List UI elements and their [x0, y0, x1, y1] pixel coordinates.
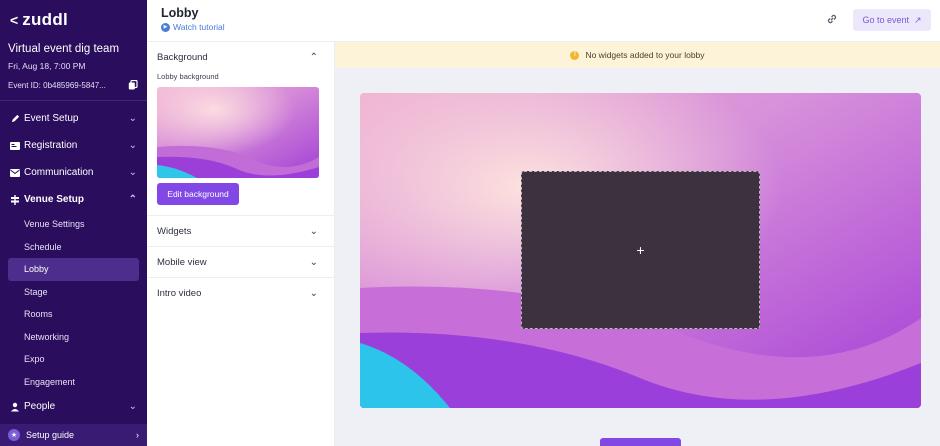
sidebar-subitem-expo[interactable]: Expo	[0, 348, 147, 371]
mobile-view-section-title: Mobile view	[157, 256, 207, 268]
intro-video-section-header[interactable]: Intro video ⌄	[147, 278, 334, 308]
chevron-up-icon: ⌃	[309, 51, 318, 63]
sidebar-item-venue-setup[interactable]: Venue Setup ⌃	[0, 186, 147, 213]
chevron-down-icon: ⌄	[309, 287, 318, 299]
chevron-right-icon: ›	[136, 430, 139, 440]
background-section-header[interactable]: Background ⌃	[147, 42, 334, 72]
sidebar-subitem-engagement[interactable]: Engagement	[0, 371, 147, 394]
lobby-background-label: Lobby background	[157, 72, 219, 81]
sidebar-subitem-schedule[interactable]: Schedule	[0, 236, 147, 259]
lobby-canvas[interactable]: +	[360, 93, 921, 408]
background-thumbnail[interactable]	[157, 87, 319, 178]
header: Lobby ▶ Watch tutorial Go to event ↗	[147, 0, 940, 42]
event-name: Virtual event dig team	[8, 43, 120, 55]
sidebar-subitem-lobby[interactable]: Lobby	[8, 258, 139, 281]
setup-guide-button[interactable]: ★ Setup guide ›	[0, 424, 147, 446]
sidebar-item-label: People	[24, 401, 56, 412]
copy-icon[interactable]	[128, 80, 138, 90]
sidebar-item-label: Communication	[24, 167, 94, 178]
event-id-row: Event ID: 0b485969-5847...	[8, 80, 138, 90]
sidebar-item-label: Registration	[24, 140, 78, 151]
warning-icon: !	[570, 50, 580, 60]
lobby-preview-area: ! No widgets added to your lobby +	[335, 42, 940, 446]
widgets-section-header[interactable]: Widgets ⌄	[147, 216, 334, 246]
go-to-event-button[interactable]: Go to event ↗	[853, 9, 931, 31]
sidebar-subitem-rooms[interactable]: Rooms	[0, 303, 147, 326]
chevron-down-icon: ⌄	[128, 167, 137, 178]
background-section-title: Background	[157, 51, 208, 63]
plus-icon: +	[636, 242, 645, 258]
bottom-action-button[interactable]	[600, 438, 681, 446]
chevron-up-icon: ⌃	[128, 194, 137, 205]
config-panel: Background ⌃ Lobby background Edit backg…	[147, 42, 335, 446]
logo[interactable]: < zuddl	[10, 10, 68, 30]
watch-tutorial-link[interactable]: ▶ Watch tutorial	[161, 22, 225, 32]
mobile-view-section-header[interactable]: Mobile view ⌄	[147, 247, 334, 277]
sidebar-subitem-venue-settings[interactable]: Venue Settings	[0, 213, 147, 236]
sidebar-item-label: Venue Setup	[24, 194, 85, 205]
mail-icon	[8, 167, 22, 179]
sidebar-item-people[interactable]: People ⌄	[0, 393, 147, 420]
chevron-down-icon: ⌄	[128, 113, 137, 124]
pen-icon	[8, 113, 22, 125]
sidebar-divider	[0, 100, 147, 101]
star-icon: ★	[8, 429, 20, 441]
widgets-section-title: Widgets	[157, 225, 192, 237]
intro-video-section-title: Intro video	[157, 287, 202, 299]
watch-tutorial-label: Watch tutorial	[173, 22, 225, 32]
sidebar-subitem-networking[interactable]: Networking	[0, 326, 147, 349]
sidebar-nav: Event Setup ⌄ Registration ⌄ Communicati…	[0, 105, 147, 420]
event-date: Fri, Aug 18, 7:00 PM	[8, 61, 86, 71]
sidebar: < zuddl Virtual event dig team Fri, Aug …	[0, 0, 147, 446]
widgets-section: Widgets ⌄	[147, 216, 334, 247]
sidebar-subitem-stage[interactable]: Stage	[0, 281, 147, 304]
sidebar-item-label: Event Setup	[24, 113, 79, 124]
page-title: Lobby	[161, 6, 199, 20]
sidebar-item-communication[interactable]: Communication ⌄	[0, 159, 147, 186]
event-id: Event ID: 0b485969-5847...	[8, 80, 106, 90]
link-icon[interactable]	[825, 12, 839, 26]
chevron-down-icon: ⌄	[309, 256, 318, 268]
arrow-up-right-icon: ↗	[913, 14, 922, 25]
signpost-icon	[8, 194, 22, 206]
widget-drop-zone[interactable]: +	[521, 171, 760, 329]
background-section: Background ⌃ Lobby background Edit backg…	[147, 42, 334, 216]
people-icon	[8, 401, 22, 413]
edit-background-button[interactable]: Edit background	[157, 183, 239, 205]
banner-text: No widgets added to your lobby	[585, 50, 705, 60]
setup-guide-label: Setup guide	[26, 430, 75, 440]
sidebar-item-registration[interactable]: Registration ⌄	[0, 132, 147, 159]
chevron-down-icon: ⌄	[128, 401, 137, 412]
chevron-down-icon: ⌄	[128, 140, 137, 151]
go-to-event-label: Go to event	[862, 15, 909, 25]
no-widgets-banner: ! No widgets added to your lobby	[335, 42, 940, 68]
back-chevron-icon[interactable]: <	[10, 12, 18, 28]
sidebar-item-event-setup[interactable]: Event Setup ⌄	[0, 105, 147, 132]
id-card-icon	[8, 140, 22, 152]
logo-wordmark: zuddl	[22, 10, 69, 29]
intro-video-section: Intro video ⌄	[147, 278, 334, 308]
mobile-view-section: Mobile view ⌄	[147, 247, 334, 278]
play-icon: ▶	[161, 22, 170, 32]
chevron-down-icon: ⌄	[309, 225, 318, 237]
